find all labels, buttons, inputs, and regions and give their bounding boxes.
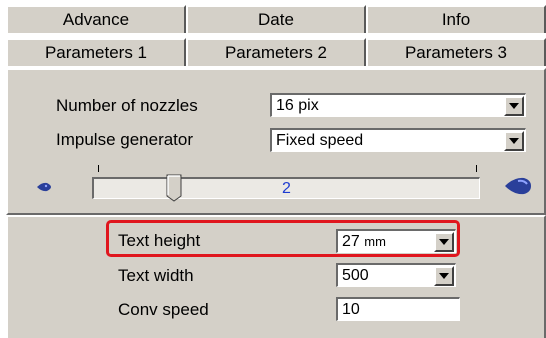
conv-speed-input[interactable]: 10 [336, 297, 460, 321]
impulse-value: Fixed speed [276, 131, 364, 149]
text-height-dropdown-button[interactable] [434, 231, 454, 252]
chevron-down-icon [439, 238, 449, 245]
impulse-dropdown-button[interactable] [504, 130, 524, 151]
slider-min-tick [98, 165, 99, 172]
chevron-down-icon [509, 102, 519, 109]
drop-size-slider[interactable]: 2 [92, 177, 480, 199]
chevron-down-icon [509, 137, 519, 144]
text-width-value: 500 [342, 266, 369, 284]
tab-parameters-3[interactable]: Parameters 3 [366, 38, 546, 66]
nozzles-select[interactable]: 16 pix [270, 93, 526, 117]
slider-value: 2 [282, 179, 291, 197]
impulse-label: Impulse generator [56, 130, 194, 149]
nozzles-dropdown-button[interactable] [504, 95, 524, 116]
text-height-select[interactable]: 27 mm [336, 229, 456, 253]
chevron-down-icon [439, 272, 449, 279]
tab-row-top: Advance Date Info [6, 5, 546, 33]
text-height-value: 27 mm [342, 232, 386, 250]
nozzles-label: Number of nozzles [56, 96, 198, 115]
text-height-label: Text height [118, 231, 201, 250]
tab-advance[interactable]: Advance [6, 5, 186, 33]
conv-speed-label: Conv speed [118, 300, 209, 319]
text-width-dropdown-button[interactable] [434, 265, 454, 286]
text-width-label: Text width [118, 266, 194, 285]
nozzles-value: 16 pix [276, 96, 319, 114]
slider-max-tick [476, 165, 477, 172]
impulse-select[interactable]: Fixed speed [270, 128, 526, 152]
small-drop-icon [37, 182, 51, 192]
text-width-select[interactable]: 500 [336, 263, 456, 287]
tab-parameters-1[interactable]: Parameters 1 [6, 38, 186, 66]
text-parameters-panel [6, 215, 546, 338]
tab-date[interactable]: Date [186, 5, 366, 33]
slider-thumb[interactable] [166, 174, 182, 202]
tab-info[interactable]: Info [366, 5, 546, 33]
tab-row-bottom: Parameters 1 Parameters 2 Parameters 3 [6, 38, 546, 66]
large-drop-icon [505, 177, 531, 195]
tab-parameters-2[interactable]: Parameters 2 [186, 38, 366, 66]
